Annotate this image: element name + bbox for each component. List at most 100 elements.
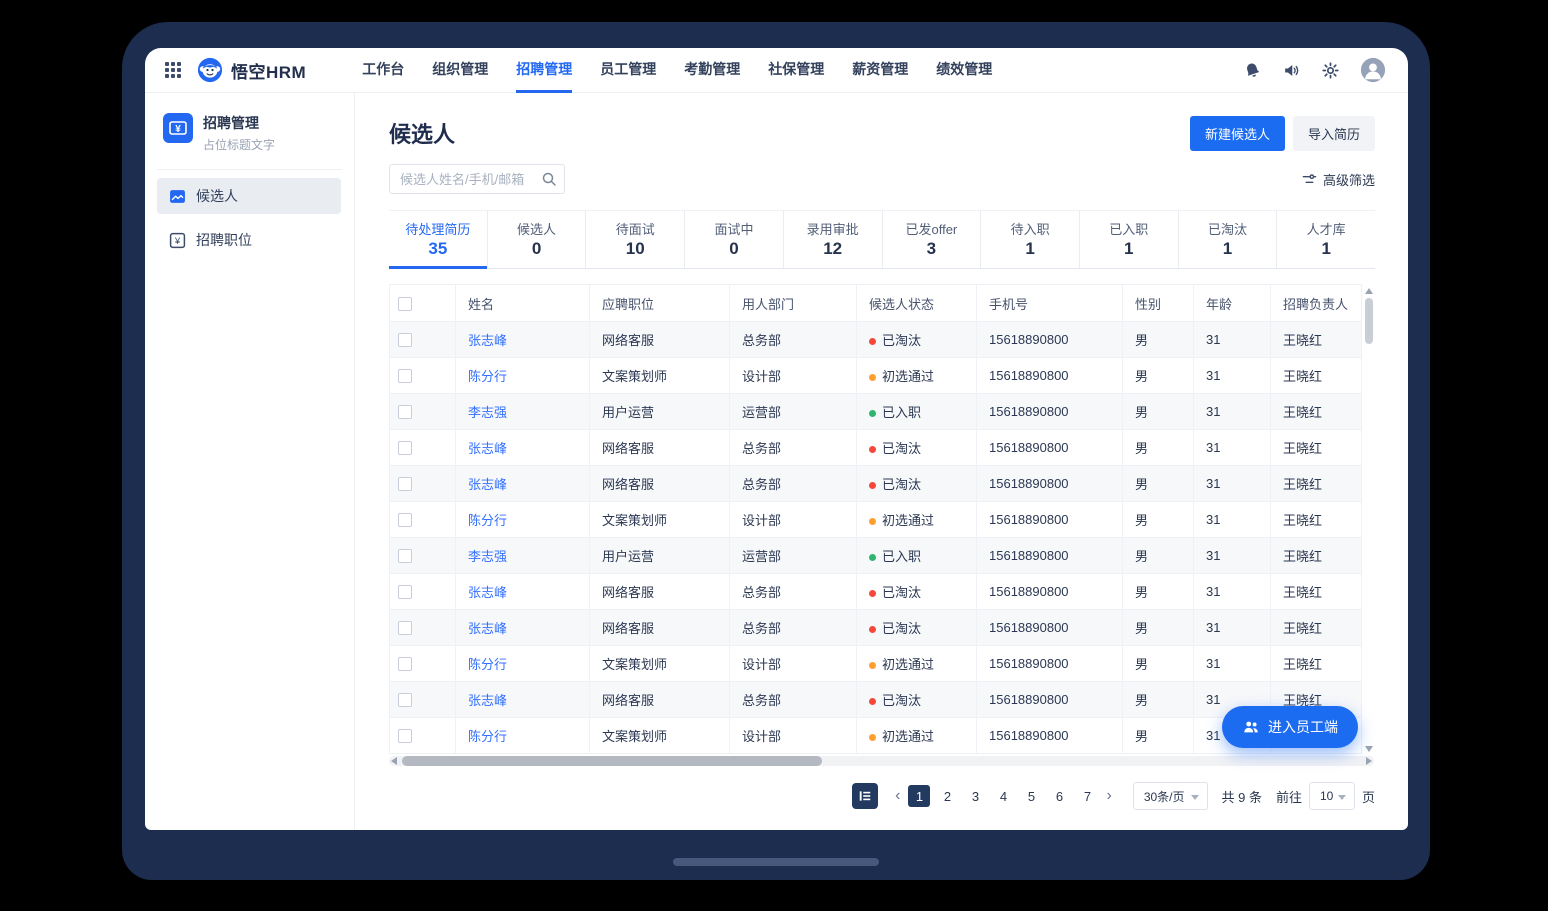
vertical-scroll-thumb[interactable] xyxy=(1365,298,1373,344)
candidate-name-link[interactable]: 陈分行 xyxy=(468,369,507,384)
page-number[interactable]: 7 xyxy=(1076,785,1098,807)
row-checkbox[interactable] xyxy=(398,369,412,383)
nav-item[interactable]: 工作台 xyxy=(362,48,404,93)
row-checkbox[interactable] xyxy=(398,549,412,563)
nav-item[interactable]: 考勤管理 xyxy=(684,48,740,93)
page-number[interactable]: 3 xyxy=(964,785,986,807)
cell-age: 31 xyxy=(1194,430,1271,466)
table-row: 张志峰 网络客服 总务部 已淘汰 15618890800 男 31 王晓红 xyxy=(390,466,1362,502)
candidate-name-link[interactable]: 陈分行 xyxy=(468,513,507,528)
status-tab[interactable]: 已发offer 3 xyxy=(882,211,981,268)
horizontal-scrollbar[interactable] xyxy=(389,756,1374,766)
candidate-name-link[interactable]: 张志峰 xyxy=(468,441,507,456)
cell-age: 31 xyxy=(1194,574,1271,610)
table-row: 张志峰 网络客服 总务部 已淘汰 15618890800 男 31 王晓红 xyxy=(390,682,1362,718)
page-number[interactable]: 4 xyxy=(992,785,1014,807)
tab-count: 1 xyxy=(1321,239,1330,259)
table-row: 李志强 用户运营 运营部 已入职 15618890800 男 31 王晓红 xyxy=(390,538,1362,574)
select-all-checkbox[interactable] xyxy=(398,297,412,311)
status-tab[interactable]: 录用审批 12 xyxy=(783,211,882,268)
candidates-icon xyxy=(169,188,186,205)
status-tab[interactable]: 面试中 0 xyxy=(684,211,783,268)
row-checkbox[interactable] xyxy=(398,729,412,743)
scroll-right-icon[interactable] xyxy=(1366,757,1372,765)
cell-department: 总务部 xyxy=(730,574,857,610)
column-header: 用人部门 xyxy=(730,285,857,322)
status-dot xyxy=(869,698,876,705)
candidate-name-link[interactable]: 陈分行 xyxy=(468,729,507,744)
page-number[interactable]: 5 xyxy=(1020,785,1042,807)
page-number[interactable]: 2 xyxy=(936,785,958,807)
status-tab[interactable]: 待处理简历 35 xyxy=(389,211,487,268)
sidebar-item-jobs[interactable]: ¥ 招聘职位 xyxy=(157,222,341,258)
prev-page-chevron[interactable]: ‹ xyxy=(890,788,905,804)
cell-recruiter: 王晓红 xyxy=(1271,646,1362,682)
row-checkbox[interactable] xyxy=(398,405,412,419)
status-tab[interactable]: 待面试 10 xyxy=(585,211,684,268)
candidate-name-link[interactable]: 张志峰 xyxy=(468,477,507,492)
goto-page-select[interactable]: 10 xyxy=(1309,782,1355,810)
row-checkbox[interactable] xyxy=(398,657,412,671)
import-resume-button[interactable]: 导入简历 xyxy=(1293,116,1375,151)
nav-item[interactable]: 绩效管理 xyxy=(936,48,992,93)
cell-department: 总务部 xyxy=(730,430,857,466)
status-tab[interactable]: 已入职 1 xyxy=(1079,211,1178,268)
row-checkbox[interactable] xyxy=(398,333,412,347)
gear-icon[interactable] xyxy=(1321,61,1340,80)
status-tab[interactable]: 候选人 0 xyxy=(487,211,586,268)
status-tab[interactable]: 已淘汰 1 xyxy=(1178,211,1277,268)
status-tab[interactable]: 人才库 1 xyxy=(1276,211,1375,268)
vertical-scrollbar[interactable] xyxy=(1362,284,1375,754)
candidate-name-link[interactable]: 陈分行 xyxy=(468,657,507,672)
scroll-left-icon[interactable] xyxy=(391,757,397,765)
sidebar-item-candidates[interactable]: 候选人 xyxy=(157,178,341,214)
new-candidate-button[interactable]: 新建候选人 xyxy=(1190,116,1285,151)
cell-department: 设计部 xyxy=(730,646,857,682)
page-number[interactable]: 1 xyxy=(908,785,930,807)
monkey-logo-icon xyxy=(197,57,223,83)
horizontal-scroll-thumb[interactable] xyxy=(402,756,822,766)
cell-recruiter: 王晓红 xyxy=(1271,502,1362,538)
module-icon: ¥ xyxy=(163,113,193,143)
avatar[interactable] xyxy=(1360,57,1386,83)
enter-employee-portal-button[interactable]: 进入员工端 xyxy=(1222,706,1358,748)
row-checkbox[interactable] xyxy=(398,693,412,707)
pagination: ‹ 1234567 › 30条/页 共 9 条 前往 10 页 xyxy=(389,782,1375,810)
candidate-name-link[interactable]: 张志峰 xyxy=(468,621,507,636)
search-input[interactable] xyxy=(389,164,565,194)
cell-phone: 15618890800 xyxy=(977,574,1123,610)
nav-item[interactable]: 组织管理 xyxy=(432,48,488,93)
search-icon xyxy=(541,171,557,187)
cell-department: 设计部 xyxy=(730,358,857,394)
status-tab[interactable]: 待入职 1 xyxy=(980,211,1079,268)
scroll-down-icon[interactable] xyxy=(1365,746,1373,752)
nav-item[interactable]: 薪资管理 xyxy=(852,48,908,93)
cell-recruiter: 王晓红 xyxy=(1271,538,1362,574)
advanced-filter-button[interactable]: 高级筛选 xyxy=(1302,170,1375,189)
row-checkbox[interactable] xyxy=(398,621,412,635)
search-box xyxy=(389,164,565,194)
candidate-name-link[interactable]: 张志峰 xyxy=(468,585,507,600)
page-size-select[interactable]: 30条/页 xyxy=(1133,782,1208,810)
next-page-chevron[interactable]: › xyxy=(1101,788,1116,804)
nav-item[interactable]: 招聘管理 xyxy=(516,48,572,93)
nav-item[interactable]: 社保管理 xyxy=(768,48,824,93)
scroll-up-icon[interactable] xyxy=(1365,288,1373,294)
candidate-name-link[interactable]: 张志峰 xyxy=(468,693,507,708)
page-number[interactable]: 6 xyxy=(1048,785,1070,807)
bell-icon[interactable] xyxy=(1241,58,1265,82)
cell-phone: 15618890800 xyxy=(977,358,1123,394)
row-checkbox[interactable] xyxy=(398,441,412,455)
apps-grid-icon[interactable] xyxy=(165,62,181,78)
table-view-icon[interactable] xyxy=(852,783,878,809)
row-checkbox[interactable] xyxy=(398,477,412,491)
candidate-name-link[interactable]: 李志强 xyxy=(468,549,507,564)
row-checkbox[interactable] xyxy=(398,513,412,527)
row-checkbox[interactable] xyxy=(398,585,412,599)
candidate-name-link[interactable]: 李志强 xyxy=(468,405,507,420)
cell-department: 总务部 xyxy=(730,466,857,502)
cell-gender: 男 xyxy=(1123,682,1194,718)
speaker-icon[interactable] xyxy=(1282,61,1301,80)
candidate-name-link[interactable]: 张志峰 xyxy=(468,333,507,348)
nav-item[interactable]: 员工管理 xyxy=(600,48,656,93)
